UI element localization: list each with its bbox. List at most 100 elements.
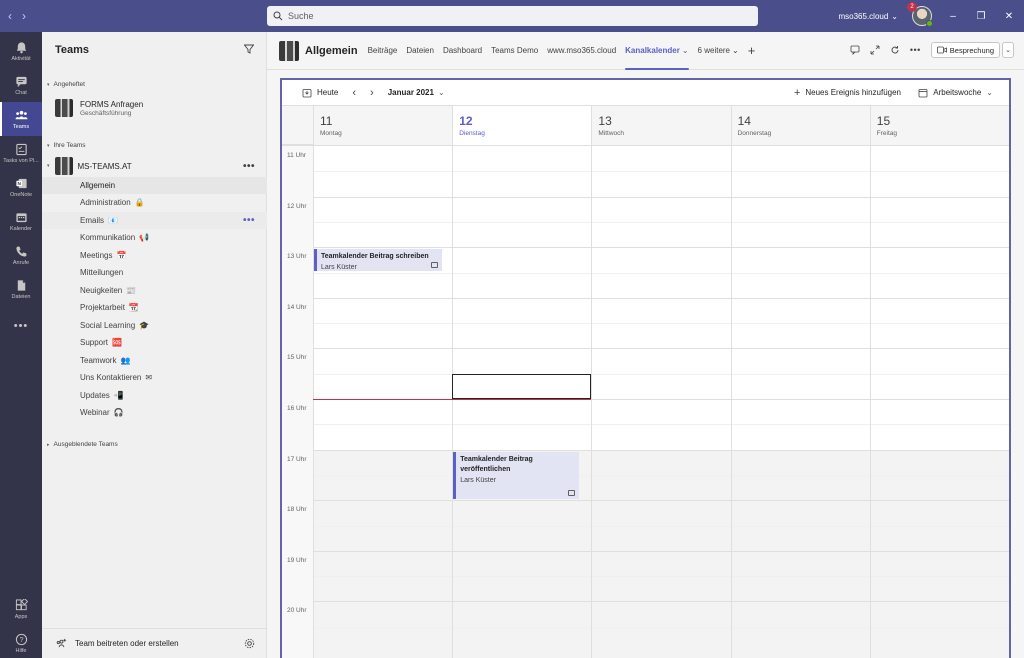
search-icon: [273, 11, 283, 21]
tab-label: Dateien: [406, 46, 434, 55]
meeting-button[interactable]: Besprechung: [930, 42, 1000, 58]
pinned-channel[interactable]: FORMS Anfragen Geschäftsführung: [42, 96, 267, 120]
channel-support[interactable]: Support 🆘: [42, 334, 267, 351]
channel-name: Social Learning: [80, 321, 136, 330]
rail-item-activity[interactable]: Aktivität: [0, 34, 42, 68]
rail-item-teams[interactable]: Teams: [0, 102, 42, 136]
pinned-section[interactable]: ▾ Angeheftet: [47, 81, 85, 88]
day-header-freitag[interactable]: 15 Freitag: [869, 106, 1009, 145]
close-icon[interactable]: ✕: [1002, 11, 1016, 22]
rail-more-button[interactable]: •••: [0, 309, 42, 343]
team-ms-teams[interactable]: ▾ MS-TEAMS.AT •••: [42, 156, 267, 176]
rail-item-files[interactable]: Dateien: [0, 272, 42, 306]
day-number: 14: [737, 114, 751, 128]
half-hour-line: [313, 525, 1009, 527]
month-picker[interactable]: Januar 2021 ⌄: [388, 88, 445, 97]
day-header-dienstag[interactable]: 12 Dienstag: [452, 106, 592, 145]
minimize-icon[interactable]: –: [946, 11, 960, 22]
today-button[interactable]: Heute: [302, 88, 338, 98]
selected-time-slot[interactable]: [452, 373, 592, 399]
day-name: Freitag: [876, 130, 898, 137]
rail-label: Dateien: [11, 293, 31, 300]
rail-label: Tasks von Pl...: [3, 157, 39, 164]
previous-week-icon[interactable]: ‹: [352, 87, 356, 99]
channel-projektarbeit[interactable]: Projektarbeit 📆: [42, 299, 267, 316]
hour-label: 13 Uhr: [287, 253, 307, 261]
join-create-team[interactable]: Team beitreten oder erstellen: [42, 628, 267, 658]
search-input[interactable]: Suche: [267, 6, 758, 26]
chevron-down-icon: ⌄: [891, 11, 898, 21]
channel-webinar[interactable]: Webinar 🎧: [42, 404, 267, 421]
add-tab-button[interactable]: +: [748, 32, 756, 70]
channel-allgemein[interactable]: Allgemein: [42, 177, 267, 194]
channel-administration[interactable]: Administration 🔒: [42, 194, 267, 211]
tab-website[interactable]: www.mso365.cloud: [547, 32, 616, 70]
rail-item-calendar[interactable]: Kalender: [0, 204, 42, 238]
day-header-donnerstag[interactable]: 14 Donnerstag: [730, 106, 870, 145]
tasks-icon: [15, 143, 27, 155]
megaphone-icon: 📢: [139, 232, 150, 242]
time-grid: 11 Uhr 12 Uhr 13 Uhr 14 Uhr 15 Uhr 16 Uhr 17 U…: [282, 145, 1009, 658]
restore-icon[interactable]: ❐: [974, 11, 988, 22]
half-hour-line: [313, 576, 1009, 578]
rail-item-calls[interactable]: Anrufe: [0, 238, 42, 272]
more-options-icon[interactable]: •••: [243, 215, 255, 226]
title-bar: ‹ › Suche mso365.cloud ⌄ 2 – ❐ ✕: [0, 0, 1024, 32]
tab-more[interactable]: 6 weitere ⌄: [698, 32, 739, 70]
your-teams-section[interactable]: ▾ Ihre Teams: [47, 142, 86, 149]
channel-name: Meetings: [80, 251, 113, 260]
history-nav: ‹ ›: [8, 9, 48, 23]
channel-meetings[interactable]: Meetings 📅: [42, 247, 267, 264]
gear-icon[interactable]: [244, 638, 255, 649]
channel-uns-kontaktieren[interactable]: Uns Kontaktieren ✉: [42, 369, 267, 386]
half-hour-line: [313, 221, 1009, 223]
next-week-icon[interactable]: ›: [370, 87, 374, 99]
more-options-icon[interactable]: •••: [243, 161, 255, 172]
channel-name: Updates: [80, 391, 110, 400]
filter-icon[interactable]: [244, 44, 254, 54]
tab-dateien[interactable]: Dateien: [406, 32, 434, 70]
channel-emails[interactable]: Emails 📧 •••: [42, 212, 267, 229]
channel-kommunikation[interactable]: Kommunikation 📢: [42, 229, 267, 246]
channel-mitteilungen[interactable]: Mitteilungen: [42, 264, 267, 281]
channel-neuigkeiten[interactable]: Neuigkeiten 📰: [42, 282, 267, 299]
rail-item-tasks[interactable]: Tasks von Pl...: [0, 136, 42, 170]
tab-beitraege[interactable]: Beiträge: [368, 32, 398, 70]
rail-item-help[interactable]: ? Hilfe: [0, 626, 42, 658]
tab-kanalkalender[interactable]: Kanalkalender ⌄: [625, 32, 689, 70]
day-column-line: [313, 146, 314, 658]
day-column-line: [591, 146, 593, 658]
calendar-event[interactable]: Teamkalender Beitrag veröffentlichen Lars…: [453, 451, 580, 500]
tab-teams-demo[interactable]: Teams Demo: [491, 32, 538, 70]
back-icon[interactable]: ‹: [8, 9, 12, 23]
day-header-mittwoch[interactable]: 13 Mittwoch: [591, 106, 731, 145]
refresh-icon[interactable]: [890, 45, 900, 55]
half-hour-line: [313, 323, 1009, 325]
day-header-montag[interactable]: 11 Montag: [313, 106, 453, 145]
add-event-button[interactable]: + Neues Ereignis hinzufügen: [794, 87, 901, 99]
profile-button[interactable]: 2: [907, 2, 933, 27]
view-selector[interactable]: Arbeitswoche ⌄: [918, 88, 993, 98]
team-image: [279, 40, 299, 61]
hour-line: [313, 247, 1009, 249]
conversation-icon[interactable]: [850, 45, 860, 55]
panel-title: Teams: [55, 44, 90, 56]
day-name: Dienstag: [459, 130, 485, 137]
rail-item-chat[interactable]: Chat: [0, 68, 42, 102]
tab-label: www.mso365.cloud: [547, 46, 617, 55]
channel-social-learning[interactable]: Social Learning 🎓: [42, 317, 267, 334]
tenant-switcher[interactable]: mso365.cloud ⌄: [838, 12, 898, 21]
calendar-event[interactable]: Teamkalender Beitrag schreiben Lars Küste…: [314, 249, 442, 272]
video-camera-icon: [936, 46, 947, 54]
forward-icon[interactable]: ›: [22, 9, 26, 23]
channel-updates[interactable]: Updates 📲: [42, 387, 267, 404]
rail-item-onenote[interactable]: N OneNote: [0, 170, 42, 204]
expand-icon[interactable]: [870, 45, 880, 55]
chevron-down-icon[interactable]: ⌄: [1002, 42, 1014, 58]
hidden-teams-section[interactable]: ▸ Ausgeblendete Teams: [47, 441, 118, 448]
channel-teamwork[interactable]: Teamwork 👥: [42, 352, 267, 369]
rail-item-apps[interactable]: Apps: [0, 592, 42, 626]
channel-name: Projektarbeit: [80, 303, 125, 312]
more-options-icon[interactable]: •••: [910, 45, 921, 55]
tab-dashboard[interactable]: Dashboard: [443, 32, 482, 70]
